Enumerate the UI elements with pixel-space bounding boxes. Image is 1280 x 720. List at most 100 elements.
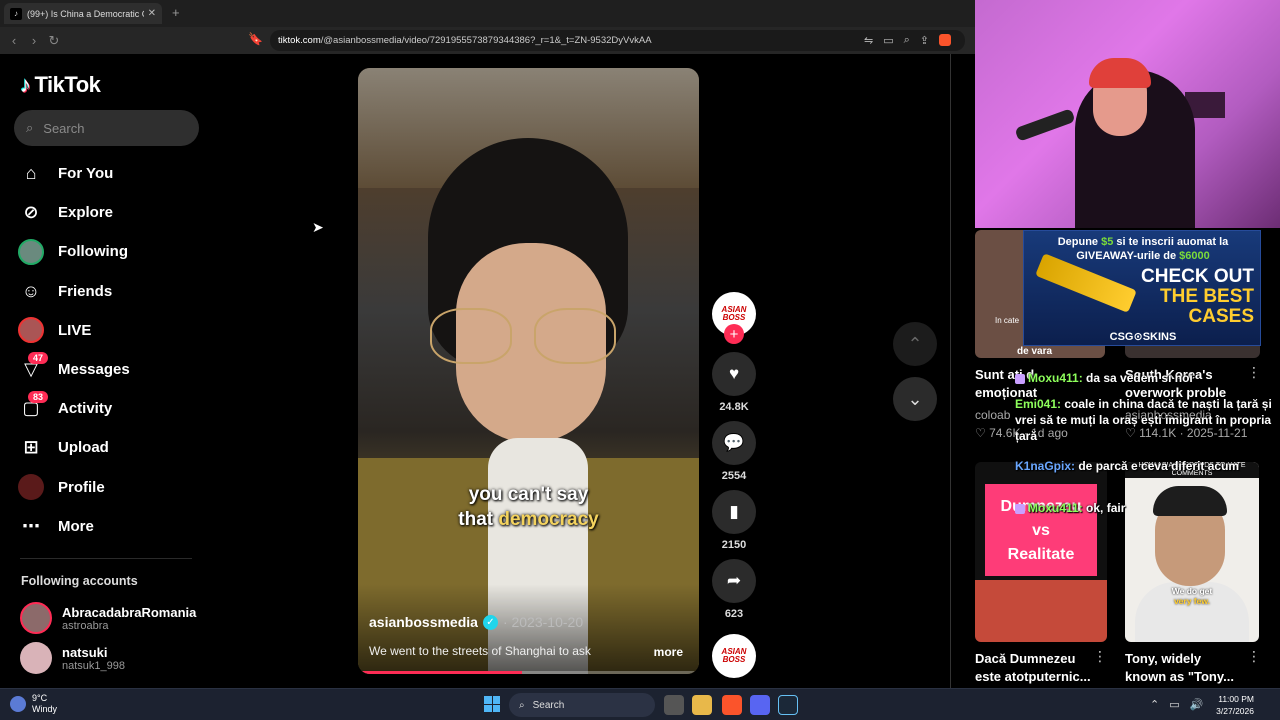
system-tray: ⌃ ▭ 🔊 <box>1150 698 1203 711</box>
bookmark-icon[interactable]: 🔖 <box>248 32 263 46</box>
volume-icon[interactable]: 🔊 <box>1190 698 1204 711</box>
taskbar-search-label: Search <box>532 699 565 711</box>
chat-emote-icon <box>1015 373 1025 384</box>
search-input[interactable]: ⌕ Search <box>14 110 199 146</box>
nav-messages[interactable]: ▽ 47 Messages <box>18 350 198 389</box>
nav-label: For You <box>58 165 114 183</box>
channel-avatar[interactable]: ASIAN BOSS + <box>712 292 756 352</box>
share-button[interactable]: ➦ <box>712 559 756 603</box>
nav-label: Activity <box>58 400 113 418</box>
more-options-icon[interactable]: ⋮ <box>1247 364 1261 381</box>
like-button[interactable]: ♥ <box>712 352 756 396</box>
live-avatar-icon <box>18 317 44 344</box>
following-avatar-icon <box>18 238 44 265</box>
page-divider <box>950 54 951 688</box>
comment-button[interactable]: 💬 <box>712 421 756 465</box>
profile-avatar-icon <box>18 474 44 501</box>
cast-icon[interactable]: ▭ <box>883 34 893 47</box>
nav-for-you[interactable]: ⌂ For You <box>18 154 198 193</box>
ad-amount: $6000 <box>1179 250 1210 262</box>
progress-fill <box>362 671 522 674</box>
video-player[interactable]: you can't say that democracy asianbossme… <box>358 68 699 674</box>
card-title-line: known as "Tony... <box>1125 669 1234 684</box>
video-author[interactable]: asianbossmedia ✓ · 2023-10-20 <box>369 614 583 630</box>
display-icon[interactable]: ▭ <box>1169 698 1179 711</box>
sidebar-divider <box>20 558 192 559</box>
clock[interactable]: 11:00 PM 3/27/2026 <box>1216 693 1254 717</box>
thumbnail-text: vs <box>1032 522 1050 539</box>
nav-label: Upload <box>58 439 109 457</box>
zoom-icon[interactable]: ⌕ <box>904 34 910 47</box>
video-thumbnail[interactable]: HOW ASIA RESPONDS TO HATE COMMENTS We do… <box>1125 462 1259 642</box>
weather-text: 9°C Windy <box>32 693 57 715</box>
task-view-icon[interactable] <box>664 695 684 715</box>
comment-count: 2554 <box>721 470 747 482</box>
account-name: natsuki <box>62 644 108 660</box>
nav-activity[interactable]: ▢ 83 Activity <box>18 389 198 428</box>
start-button[interactable] <box>484 696 500 712</box>
card-title[interactable]: Dacă Dumnezeu este atotputernic... <box>975 650 1091 686</box>
following-account[interactable]: AbracadabraRomania astroabra <box>20 602 196 634</box>
steam-icon[interactable] <box>778 695 798 715</box>
tiktok-logo[interactable]: ♪ TikTok <box>20 72 101 98</box>
tiktok-note-icon: ♪ <box>20 72 31 97</box>
video-description: We went to the streets of Shanghai to as… <box>369 644 591 658</box>
following-account[interactable]: natsuki natsuk1_998 <box>20 642 125 674</box>
browser-tab[interactable]: ♪ (99+) Is China a Democratic Cou ✕ <box>4 3 162 24</box>
account-handle: natsuk1_998 <box>62 659 125 672</box>
video-thumbnail[interactable]: Dumnezeu vs Realitate <box>975 462 1107 642</box>
nav-explore[interactable]: ⊘ Explore <box>18 193 198 232</box>
ad-headline-line: CASES <box>1188 306 1254 327</box>
chevron-down-icon: ⌄ <box>907 388 923 409</box>
follow-plus-icon[interactable]: + <box>724 324 744 344</box>
previous-video-button[interactable]: ⌃ <box>893 322 937 366</box>
card-title-line: Tony, widely <box>1125 651 1202 666</box>
nav-upload[interactable]: ⊞ Upload <box>18 428 198 467</box>
sponsor-ad-banner: Depune $5 si te inscrii auomat la GIVEAW… <box>1023 230 1261 346</box>
address-bar[interactable]: tiktok.com/@asianbossmedia/video/7291955… <box>270 30 965 51</box>
translate-icon[interactable]: ⇋ <box>864 34 873 47</box>
nav-label: LIVE <box>58 321 92 339</box>
nav-more[interactable]: ⋯ More <box>18 507 198 546</box>
nav-following[interactable]: Following <box>18 232 198 271</box>
close-tab-icon[interactable]: ✕ <box>148 8 156 19</box>
thumbnail-hair <box>1153 486 1227 516</box>
ad-text-part: si te inscrii auomat la <box>1113 236 1229 248</box>
next-video-button[interactable]: ⌄ <box>893 377 937 421</box>
more-button[interactable]: more <box>654 645 683 659</box>
chat-message: Emi041: coale in china dacă te naști la … <box>1015 396 1280 444</box>
save-button[interactable]: ▮ <box>712 490 756 534</box>
nav-label: Friends <box>58 282 113 300</box>
video-progress-bar[interactable] <box>362 671 695 674</box>
heart-icon: ♥ <box>728 364 740 383</box>
reload-button[interactable]: ↻ <box>44 33 64 49</box>
forward-button[interactable]: › <box>24 33 44 48</box>
nav-friends[interactable]: ☺ Friends <box>18 272 198 311</box>
card-author[interactable]: coloab <box>975 408 1010 422</box>
file-explorer-icon[interactable] <box>692 695 712 715</box>
new-tab-button[interactable]: + <box>172 5 180 20</box>
share-icon[interactable]: ⇪ <box>920 34 929 47</box>
avatar <box>20 602 52 634</box>
brave-browser-icon[interactable] <box>722 695 742 715</box>
more-options-icon[interactable]: ⋮ <box>1093 648 1107 665</box>
author-name[interactable]: asianbossmedia <box>369 614 478 630</box>
avatar <box>20 642 52 674</box>
nav-profile[interactable]: Profile <box>18 468 198 507</box>
chat-message: K1naGpix: de parcă e ceva diferit acum <box>1015 458 1255 474</box>
discord-icon[interactable] <box>750 695 770 715</box>
card-title[interactable]: Tony, widely known as "Tony... <box>1125 650 1234 686</box>
sound-disc-logo[interactable]: ASIAN BOSS <box>712 634 756 678</box>
brave-shields-icon[interactable] <box>939 34 951 46</box>
chevron-up-icon: ⌃ <box>907 333 923 354</box>
thumbnail-caption-line: We do get <box>1171 586 1213 596</box>
nav-live[interactable]: LIVE <box>18 311 198 350</box>
back-button[interactable]: ‹ <box>4 33 24 48</box>
ad-brand: CSG⊙SKINS <box>1109 331 1177 343</box>
weather-widget[interactable]: 9°C Windy <box>10 693 57 715</box>
taskbar-search[interactable]: ⌕ Search <box>509 693 655 717</box>
chevron-up-icon[interactable]: ⌃ <box>1150 698 1159 711</box>
more-options-icon[interactable]: ⋮ <box>1247 648 1261 665</box>
compass-icon: ⊘ <box>23 202 39 223</box>
share-arrow-icon: ➦ <box>726 571 742 590</box>
